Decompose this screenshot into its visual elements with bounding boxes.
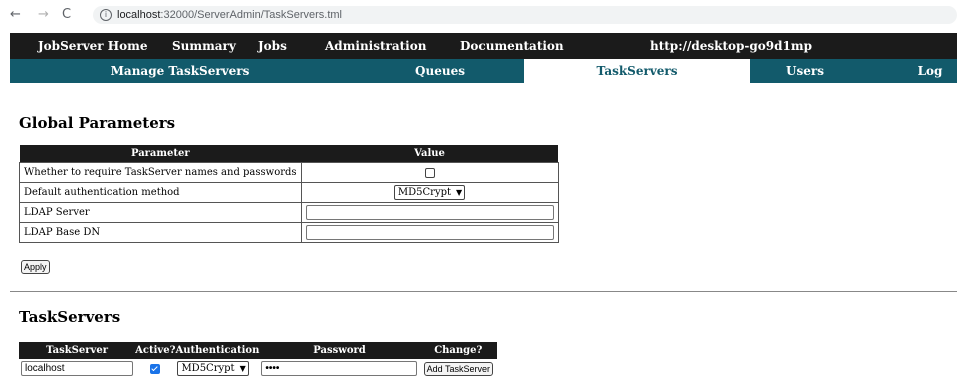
taskservers-table: TaskServer Active? Authentication Passwo… [19,342,497,378]
table-row: localhost MD5Crypt ▼ •••• Add TaskServer [19,359,497,378]
value-cell [300,202,559,223]
param-label: Whether to require TaskServer names and … [19,162,302,183]
nav-documentation[interactable]: Documentation [460,33,564,59]
param-label: LDAP Server [19,202,302,223]
default-auth-select[interactable]: MD5Crypt ▼ [393,185,466,200]
nav-host-link[interactable]: http://desktop-go9d1mp [650,33,812,59]
password-input[interactable]: •••• [261,361,418,376]
table-row: Default authentication method MD5Crypt ▼ [19,182,559,203]
active-cell [135,359,175,378]
table-row: LDAP Base DN [19,222,559,243]
chevron-down-icon: ▼ [456,188,463,197]
auth-cell: MD5Crypt ▼ [175,359,259,378]
col-parameter: Parameter [19,145,302,163]
col-authentication: Authentication [175,342,260,359]
col-taskserver: TaskServer [19,342,136,359]
browser-toolbar: ← → C i localhost:32000/ServerAdmin/Task… [0,0,957,30]
col-value: Value [301,145,559,163]
apply-button[interactable]: Apply [21,260,50,274]
taskserver-cell: localhost [19,359,135,378]
taskserver-name-input[interactable]: localhost [21,361,133,376]
tab-manage-taskservers[interactable]: Manage TaskServers [100,59,260,83]
nav-administration[interactable]: Administration [325,33,426,59]
value-cell: MD5Crypt ▼ [300,182,559,203]
ldap-server-input[interactable] [305,205,554,220]
back-arrow-icon[interactable]: ← [10,7,21,23]
info-icon[interactable]: i [100,9,112,21]
taskservers-heading: TaskServers [19,308,121,326]
table-row: Whether to require TaskServer names and … [19,162,559,183]
auth-select[interactable]: MD5Crypt ▼ [177,361,249,376]
sub-nav: Manage TaskServers Queues TaskServers Us… [10,59,957,83]
tab-queues[interactable]: Queues [400,59,480,83]
col-active: Active? [135,342,176,359]
table-row: LDAP Server [19,202,559,223]
ldap-base-dn-input[interactable] [305,225,554,240]
change-cell: Add TaskServer [420,359,497,378]
active-checkbox[interactable] [150,363,161,374]
url-text[interactable]: localhost:32000/ServerAdmin/TaskServers.… [117,8,342,22]
value-cell [300,162,559,183]
col-change: Change? [419,342,497,359]
require-names-checkbox[interactable] [424,167,435,178]
global-parameters-table: Parameter Value Whether to require TaskS… [19,145,559,243]
tab-users[interactable]: Users [770,59,840,83]
top-nav: JobServer Home Summary Jobs Administrati… [10,33,957,59]
add-taskserver-button[interactable]: Add TaskServer [423,361,493,376]
reload-icon[interactable]: C [62,7,71,23]
global-parameters-heading: Global Parameters [19,114,176,132]
nav-jobs[interactable]: Jobs [258,33,287,59]
value-cell [300,222,559,243]
param-label: Default authentication method [19,182,302,203]
forward-arrow-icon[interactable]: → [38,7,49,23]
nav-summary[interactable]: Summary [172,33,236,59]
password-cell: •••• [259,359,419,378]
tab-taskservers[interactable]: TaskServers [524,59,750,83]
col-password: Password [259,342,420,359]
tab-log[interactable]: Log [910,59,950,83]
divider [10,291,957,292]
param-label: LDAP Base DN [19,222,302,243]
nav-jobserver-home[interactable]: JobServer Home [38,33,147,59]
chevron-down-icon: ▼ [239,364,246,373]
